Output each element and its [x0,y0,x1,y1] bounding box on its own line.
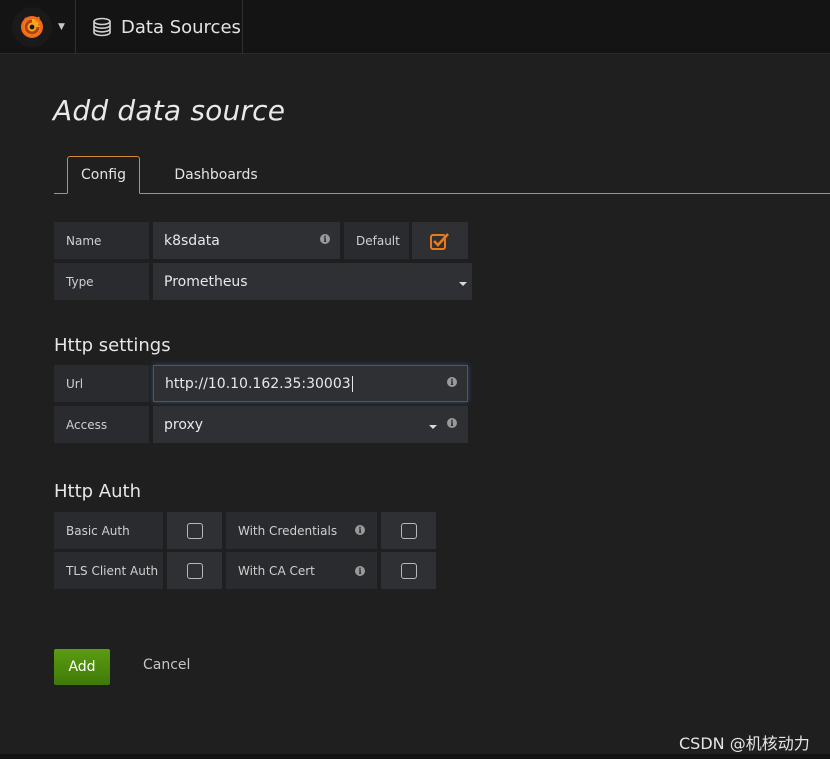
tab-config[interactable]: Config [67,156,140,194]
checkbox-icon [400,562,417,579]
bottom-strip [0,754,830,759]
default-label: Default [344,222,409,259]
breadcrumb-title: Data Sources [121,16,241,38]
checkbox-icon [186,562,203,579]
tls-client-auth-label: TLS Client Auth [54,552,163,589]
name-label: Name [54,222,149,259]
url-value: http://10.10.162.35:30003 [165,375,351,392]
info-icon[interactable]: i [447,377,457,387]
breadcrumb-data-sources[interactable]: Data Sources [78,0,243,54]
with-ca-cert-checkbox[interactable] [381,552,436,589]
access-label: Access [54,406,149,443]
with-credentials-checkbox[interactable] [381,512,436,549]
access-value: proxy [164,416,204,433]
info-icon[interactable]: i [320,234,330,244]
caret-down-icon [459,282,467,286]
grafana-logo-icon [12,7,52,47]
name-value: k8sdata [164,232,220,249]
info-icon[interactable]: i [447,418,457,428]
cancel-link[interactable]: Cancel [143,657,190,673]
text-cursor [351,375,353,392]
info-icon[interactable]: i [355,566,365,576]
type-label: Type [54,263,149,300]
http-settings-heading: Http settings [54,335,171,356]
basic-auth-checkbox[interactable] [167,512,222,549]
access-select[interactable]: proxy [153,406,468,443]
type-select[interactable]: Prometheus [153,263,472,300]
checkbox-icon [400,522,417,539]
tab-dashboards[interactable]: Dashboards [160,156,272,194]
url-input[interactable]: http://10.10.162.35:30003 [153,365,468,402]
top-navbar: ▼ Data Sources [0,0,830,54]
tls-client-auth-checkbox[interactable] [167,552,222,589]
basic-auth-label: Basic Auth [54,512,163,549]
checkbox-checked-icon [430,232,449,250]
url-label: Url [54,365,149,402]
page-title: Add data source [53,94,286,127]
default-checkbox[interactable] [412,222,468,259]
add-button[interactable]: Add [54,649,110,685]
watermark: CSDN @机核动力 [679,734,810,753]
type-value: Prometheus [164,273,248,290]
info-icon[interactable]: i [355,525,365,535]
name-input[interactable]: k8sdata [153,222,340,259]
database-icon [93,17,111,37]
grafana-menu-button[interactable]: ▼ [0,0,76,54]
http-auth-heading: Http Auth [54,481,141,502]
caret-down-icon [429,425,437,429]
checkbox-icon [186,522,203,539]
chevron-down-icon: ▼ [58,22,65,32]
